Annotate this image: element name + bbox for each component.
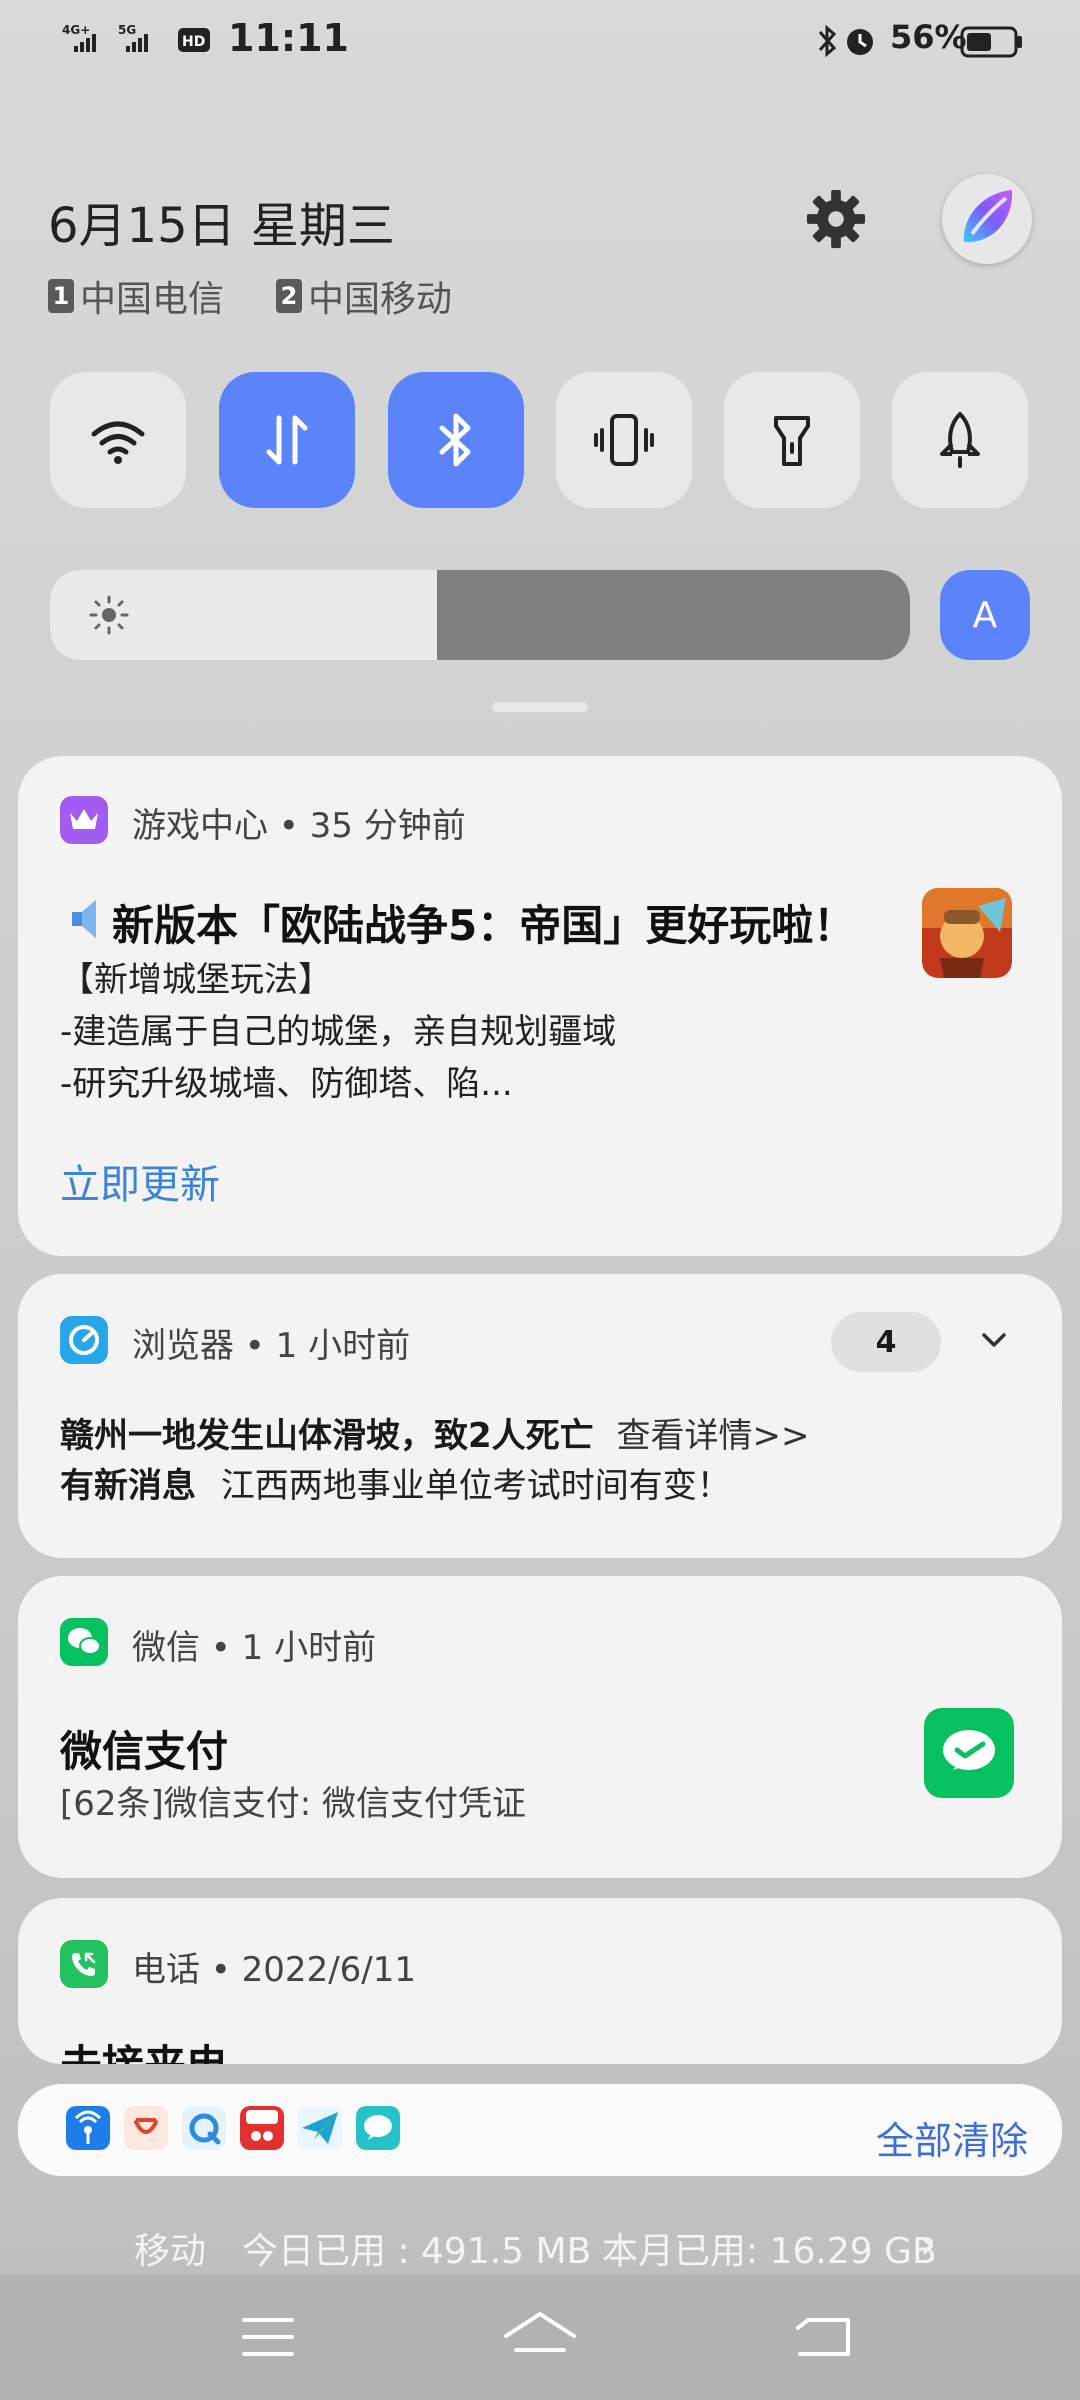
wechat-pay-icon — [943, 1730, 995, 1770]
menu-icon[interactable] — [240, 2312, 296, 2362]
signal-icon: 4G+ 5G HD — [62, 23, 210, 52]
drag-handle[interactable] — [492, 702, 588, 712]
notification-line-1: 【新增城堡玩法】 — [60, 960, 332, 1000]
brightness-slider[interactable] — [50, 570, 910, 660]
settings-gear-icon[interactable] — [805, 188, 867, 250]
crown-icon — [70, 809, 98, 829]
status-bar: 4G+ 5G HD 11:11 56% — [0, 0, 1080, 80]
game-center-app-icon — [60, 796, 108, 844]
bluetooth-toggle[interactable] — [388, 372, 524, 508]
notification-count-badge[interactable]: 4 — [831, 1312, 941, 1372]
user-avatar[interactable] — [942, 174, 1032, 264]
game-thumbnail-icon — [922, 888, 1012, 978]
shopping-618-icon[interactable] — [240, 2106, 284, 2150]
browser-app-icon — [60, 1316, 108, 1364]
sim1-carrier: 1 中国电信 — [48, 270, 224, 322]
notification-line-2: -建造属于自己的城堡，亲自规划疆域 — [60, 1012, 617, 1052]
back-icon[interactable] — [794, 2312, 854, 2362]
chat-bubble-icon — [364, 2115, 392, 2140]
phone-app-icon — [60, 1940, 108, 1988]
bluetooth-alarm-icons — [818, 24, 873, 58]
notification-browser[interactable]: 浏览器 • 1 小时前 4 赣州一地发生山体滑坡，致2人死亡 查看详情>> 有新… — [18, 1274, 1062, 1558]
notification-title: 新版本「欧陆战争5：帝国」更好玩啦！ — [112, 901, 856, 950]
hotspot-app-icon[interactable] — [66, 2106, 110, 2150]
mobile-data-toggle[interactable] — [219, 372, 355, 508]
hotspot-icon — [74, 2110, 102, 2144]
bluetooth-icon — [439, 413, 471, 467]
navigation-bar — [0, 2274, 1080, 2400]
notification-meta: 电话 • 2022/6/11 — [132, 1950, 417, 1990]
jd-app-icon[interactable] — [124, 2106, 168, 2150]
svg-text:HD: HD — [182, 34, 205, 50]
flashlight-toggle[interactable] — [724, 372, 860, 508]
messages-app-icon[interactable] — [356, 2106, 400, 2150]
notification-text: [62条]微信支付: 微信支付凭证 — [60, 1784, 527, 1824]
sim2-carrier: 2 中国移动 — [276, 270, 452, 322]
wifi-toggle[interactable] — [50, 372, 186, 508]
home-icon[interactable] — [502, 2310, 578, 2366]
flashlight-icon — [774, 416, 810, 466]
browser-news-line-2: 有新消息 江西两地事业单位考试时间有变！ — [60, 1458, 731, 1507]
auto-brightness-button[interactable]: A — [940, 570, 1030, 660]
sim2-badge: 2 — [276, 279, 302, 313]
new-message-label: 有新消息 — [60, 1466, 196, 1506]
sale-618-icon — [246, 2110, 278, 2141]
telegram-app-icon[interactable] — [298, 2106, 342, 2150]
browser-mini-icon[interactable] — [182, 2106, 226, 2150]
sim1-badge: 1 — [48, 279, 74, 313]
speaker-icon — [72, 900, 96, 938]
vibrate-icon — [594, 414, 654, 466]
svg-text:5G: 5G — [118, 23, 136, 37]
battery-icon — [960, 26, 1022, 58]
data-usage-carrier: 移动 — [134, 2231, 207, 2272]
clear-all-button[interactable]: 全部清除 — [876, 2110, 1028, 2165]
browser-news-line-1: 赣州一地发生山体滑坡，致2人死亡 查看详情>> — [60, 1408, 809, 1457]
wechat-bubbles-icon — [68, 1628, 101, 1655]
notification-meta: 游戏中心 • 35 分钟前 — [132, 806, 466, 846]
compass-icon — [69, 1325, 99, 1355]
collapsed-notifications-bar[interactable]: 全部清除 — [18, 2084, 1062, 2176]
notification-meta: 浏览器 • 1 小时前 — [132, 1326, 411, 1366]
vibrate-toggle[interactable] — [556, 372, 692, 508]
jd-dog-icon — [134, 2118, 158, 2134]
mobile-data-icon — [266, 415, 308, 465]
data-usage-month[interactable]: 本月已用: 16.29 GB — [602, 2222, 937, 2274]
data-usage-arrow-icon[interactable]: › — [920, 2222, 936, 2268]
sim1-name: 中国电信 — [80, 279, 225, 320]
chevron-down-icon[interactable] — [978, 1324, 1010, 1356]
notification-phone[interactable]: 电话 • 2022/6/11 未接来电 — [18, 1898, 1062, 2064]
paper-plane-icon — [302, 2112, 338, 2144]
notification-line-3: -研究升级城墙、防御塔、陷... — [60, 1064, 513, 1104]
notification-title: 微信支付 — [60, 1727, 229, 1776]
svg-text:4G+: 4G+ — [62, 23, 90, 37]
sun-icon — [89, 595, 129, 635]
signal-indicators: 4G+ 5G HD — [62, 22, 222, 64]
wifi-icon — [91, 421, 145, 464]
browser-q-icon — [189, 2113, 221, 2145]
data-usage-today: 今日已用 : 491.5 MB — [242, 2231, 592, 2272]
update-now-link[interactable]: 立即更新 — [60, 1152, 220, 1210]
sim2-name: 中国移动 — [308, 279, 453, 320]
notification-meta: 微信 • 1 小时前 — [132, 1628, 377, 1668]
date-label: 6月15日 星期三 — [48, 198, 395, 254]
missed-call-icon — [72, 1952, 96, 1976]
view-details-link[interactable]: 查看详情>> — [616, 1416, 809, 1456]
wechat-app-icon — [60, 1618, 108, 1666]
airplane-toggle[interactable] — [892, 372, 1028, 508]
headline-bold: 赣州一地发生山体滑坡，致2人死亡 — [60, 1416, 594, 1456]
wechat-pay-thumbnail — [924, 1708, 1014, 1798]
rocket-icon — [940, 412, 980, 468]
notification-wechat[interactable]: 微信 • 1 小时前 微信支付 [62条]微信支付: 微信支付凭证 — [18, 1576, 1062, 1878]
battery-percent: 56% — [890, 18, 967, 56]
notification-game-center[interactable]: 游戏中心 • 35 分钟前 新版本「欧陆战争5：帝国」更好玩啦！ 【新增城堡玩法… — [18, 756, 1062, 1256]
new-message-text: 江西两地事业单位考试时间有变！ — [220, 1466, 731, 1506]
avatar-logo-icon — [963, 190, 1013, 243]
notification-title: 未接来电 — [60, 2032, 228, 2064]
clock: 11:11 — [228, 16, 349, 60]
